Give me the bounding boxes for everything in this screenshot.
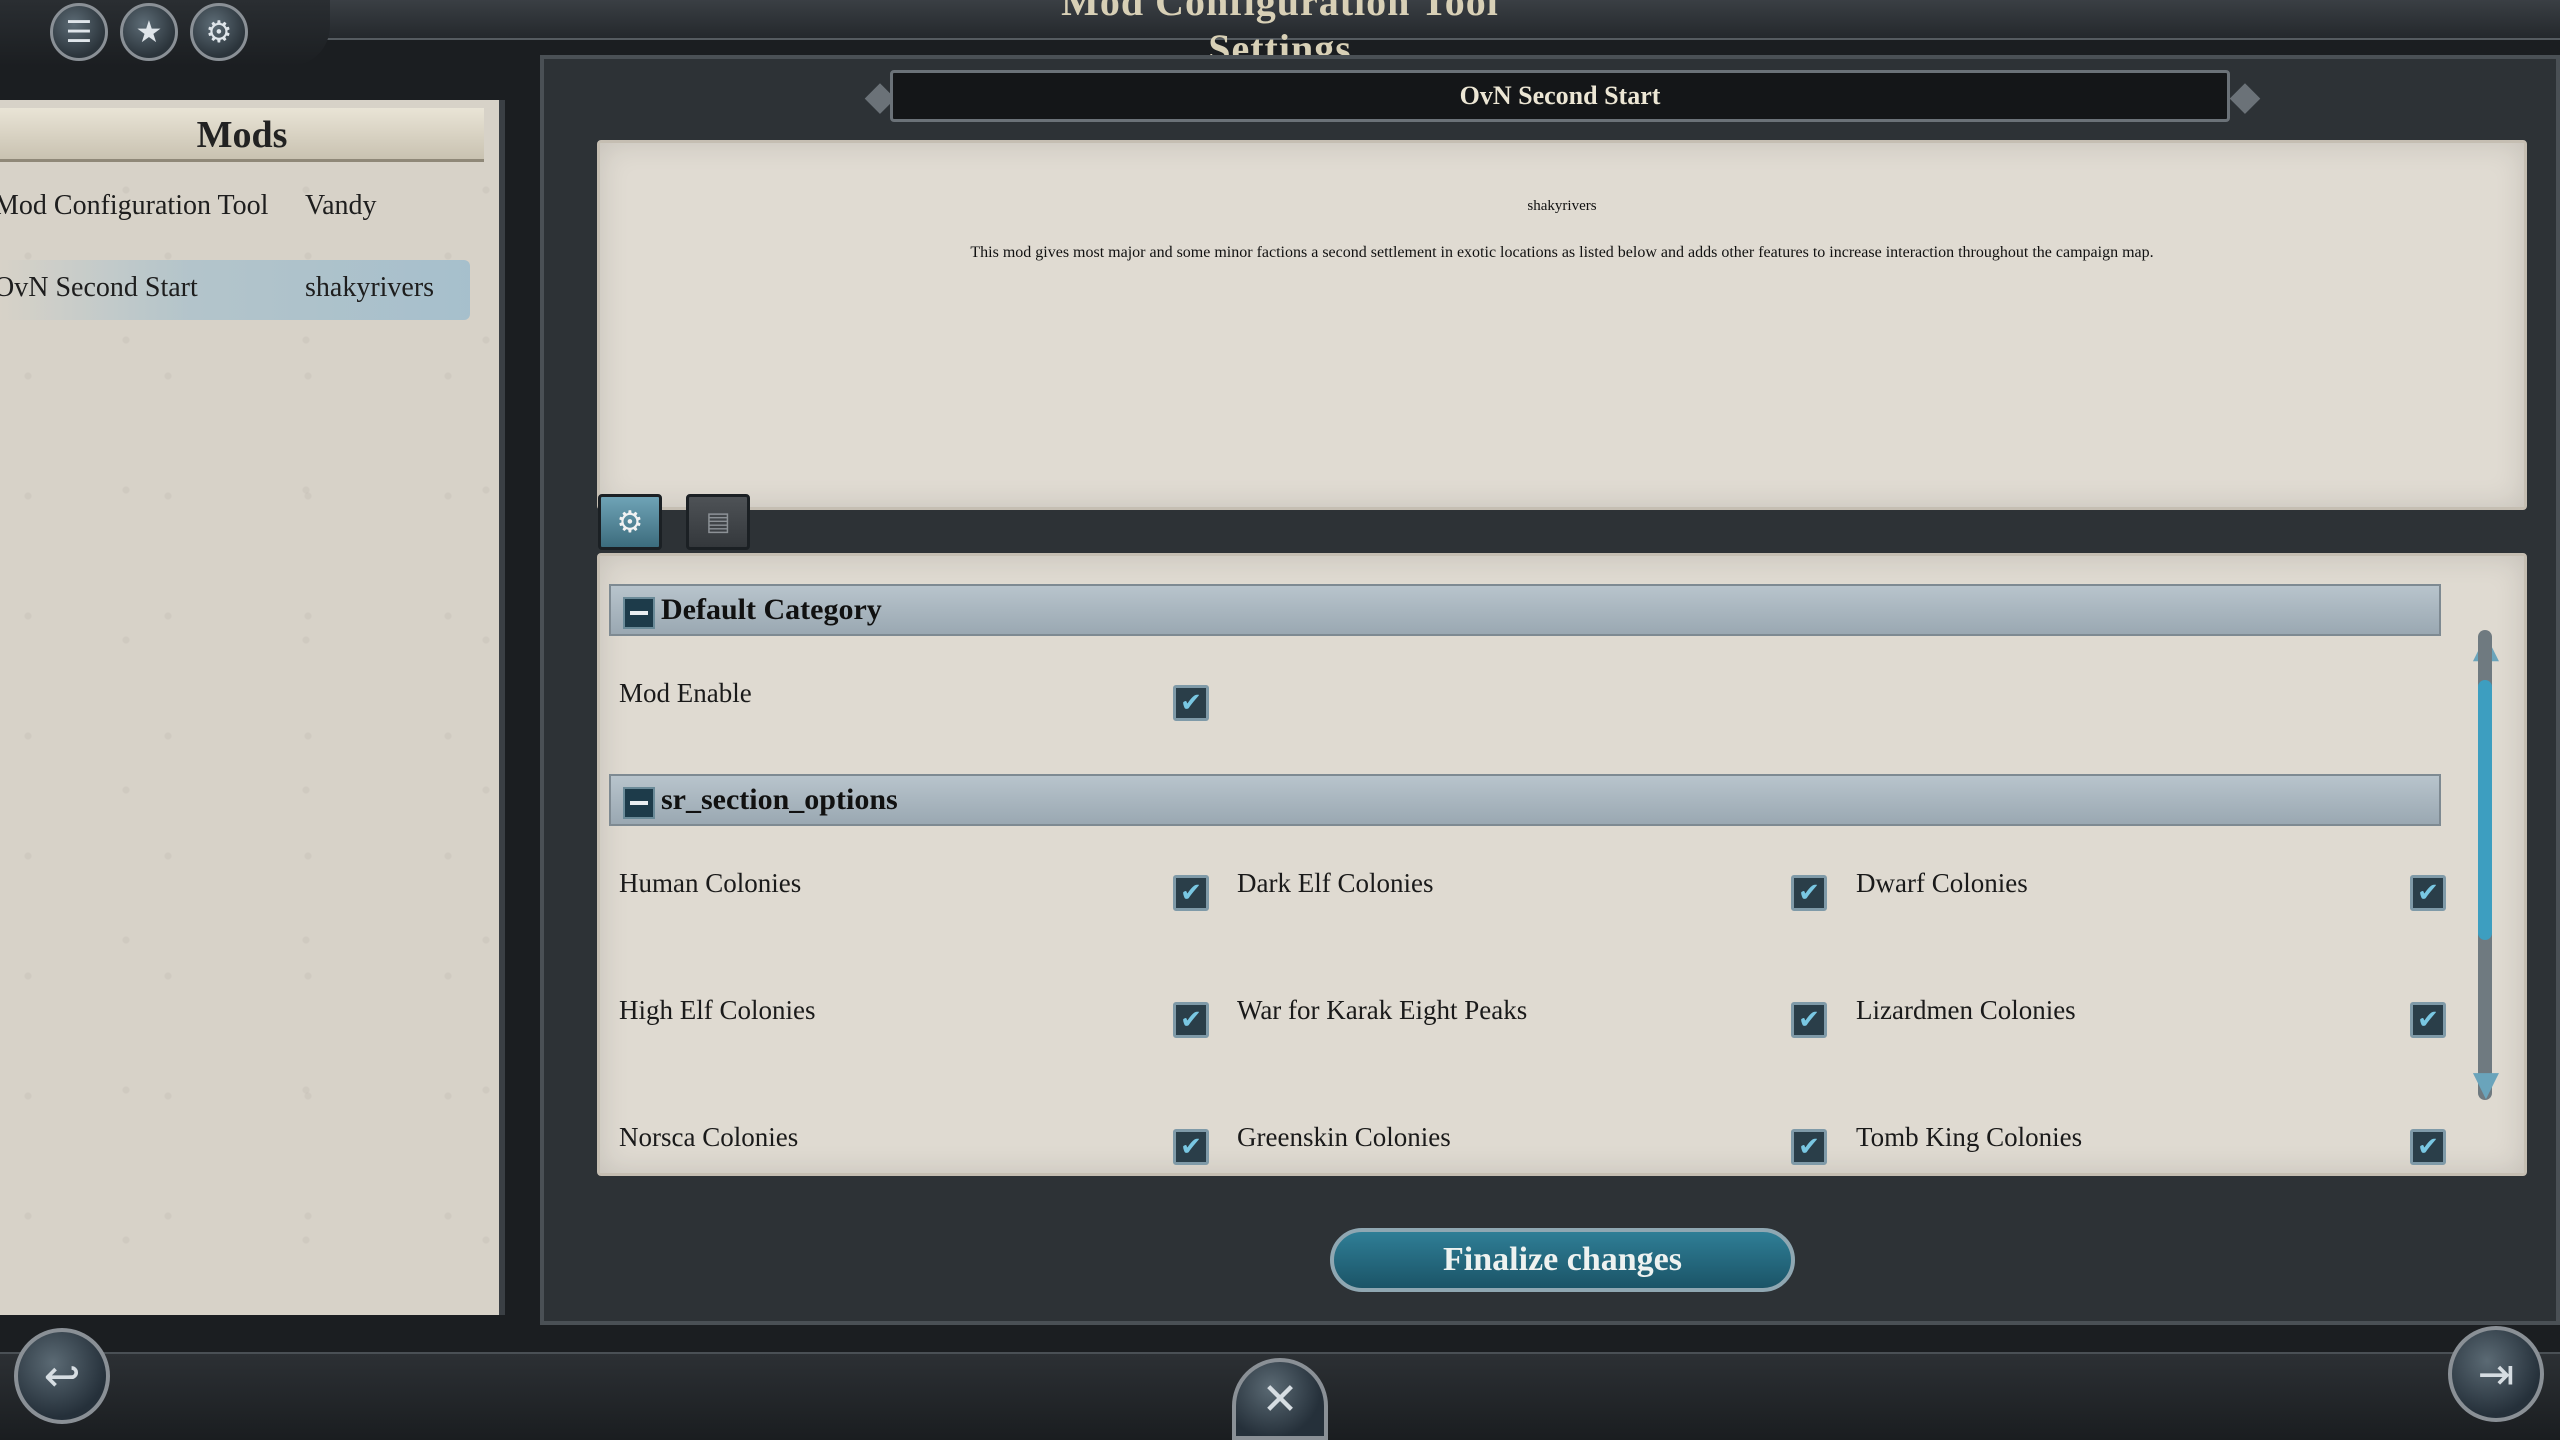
option-label: Dark Elf Colonies [1237,868,1434,898]
scroll-down-icon[interactable]: ▼ [2466,1064,2506,1104]
mods-header: Mods [0,108,484,162]
description-text: This mod gives most major and some minor… [970,244,2154,261]
mod-author: shakyrivers [305,272,435,303]
finalize-changes-button[interactable]: Finalize changes [1330,1228,1795,1292]
back-arrow-icon[interactable]: ↩ [14,1328,110,1424]
mod-list-item[interactable]: Mod Configuration Tool Vandy [0,178,470,238]
mod-enable-checkbox[interactable]: ✔ [1173,685,1209,721]
tab-settings[interactable]: ⚙ [598,494,662,550]
tab-info[interactable]: ▤ [686,494,750,550]
section-header-default[interactable]: Default Category [609,584,2441,636]
mod-name: OvN Second Start [0,272,198,303]
document-icon: ▤ [705,507,731,537]
option-checkbox[interactable]: ✔ [1173,1129,1209,1165]
gears-icon[interactable]: ⚙ [190,3,248,61]
window-title: Mod Configuration Tool Settings [1061,0,1499,71]
description-author: shakyrivers [1527,198,1597,214]
option-label: Mod Enable [619,678,752,708]
option-checkbox[interactable]: ✔ [1173,1002,1209,1038]
option-label: Dwarf Colonies [1856,868,2028,898]
section-title: Default Category [661,593,882,626]
option-checkbox[interactable]: ✔ [1791,1129,1827,1165]
option-checkbox[interactable]: ✔ [1173,875,1209,911]
option-checkbox[interactable]: ✔ [1791,875,1827,911]
option-label: War for Karak Eight Peaks [1237,995,1528,1025]
mod-title: OvN Second Start [890,70,2230,122]
mod-name: Mod Configuration Tool [0,190,269,221]
mod-list-item-selected[interactable]: OvN Second Start shakyrivers [0,260,470,320]
mod-author: Vandy [305,190,377,221]
option-label: Human Colonies [619,868,802,898]
scrollbar-thumb[interactable] [2478,680,2492,940]
option-label: Lizardmen Colonies [1856,995,2076,1025]
collapse-icon[interactable] [623,597,655,629]
option-checkbox[interactable]: ✔ [2410,1002,2446,1038]
option-checkbox[interactable]: ✔ [2410,875,2446,911]
section-header-sr-options[interactable]: sr_section_options [609,774,2441,826]
option-label: Greenskin Colonies [1237,1122,1451,1152]
gears-icon: ⚙ [616,504,644,540]
settings-panel [597,553,2527,1176]
collapse-icon[interactable] [623,787,655,819]
description-panel [597,140,2527,510]
star-icon[interactable]: ★ [120,3,178,61]
option-checkbox[interactable]: ✔ [2410,1129,2446,1165]
chat-icon[interactable]: ☰ [50,3,108,61]
option-label: High Elf Colonies [619,995,816,1025]
exit-door-icon[interactable]: ⇥ [2448,1326,2544,1422]
section-title: sr_section_options [661,783,898,816]
option-label: Tomb King Colonies [1856,1122,2083,1152]
option-label: Norsca Colonies [619,1122,799,1152]
option-checkbox[interactable]: ✔ [1791,1002,1827,1038]
top-icon-bar: ☰ ★ ⚙ [0,0,330,66]
